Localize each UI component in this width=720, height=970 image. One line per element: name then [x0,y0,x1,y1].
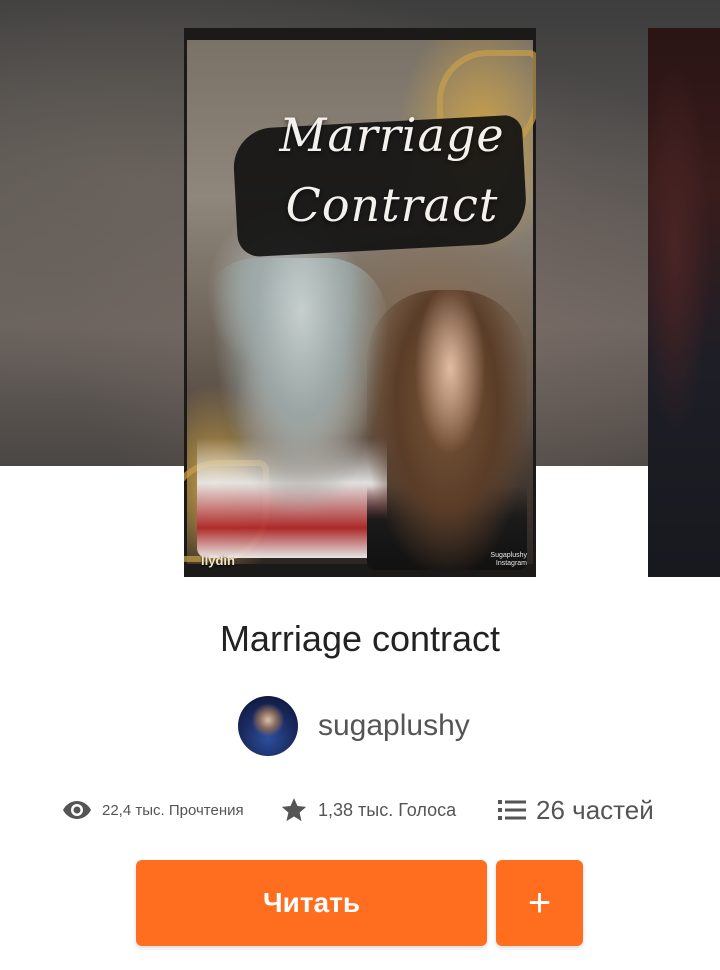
book-cover[interactable]: Marriage Contract llydin Sugaplushy Inst… [184,28,536,577]
cover-credit: Sugaplushy Instagram [490,552,527,568]
stat-views: 22,4 тыс. Прочтения [62,790,244,830]
avatar[interactable] [238,696,298,756]
add-to-library-button[interactable]: + [496,860,583,946]
cover-author-mark: llydin [201,553,235,568]
eye-icon [63,801,91,819]
list-icon [498,800,526,820]
parts-count: 26 частей [536,794,654,825]
author-name[interactable]: sugaplushy [318,709,470,743]
book-title: Marriage contract [219,618,501,659]
read-button[interactable]: Читать [136,860,487,946]
author-link[interactable]: sugaplushy [238,696,470,756]
stat-parts: 26 частей [498,790,654,830]
cover-credit-line: Sugaplushy [490,552,527,559]
votes-count: 1,38 тыс. Голоса [318,799,457,820]
cover-title: Marriage Contract [279,108,505,232]
cover-figure-woman [367,290,527,570]
stats-row: 22,4 тыс. Прочтения 1,38 тыс. Голоса 26 … [0,790,720,830]
cover-artwork: Marriage Contract llydin Sugaplushy Inst… [184,40,536,570]
star-icon [281,798,307,822]
cover-figure-man [197,258,387,558]
views-count: 22,4 тыс. Прочтения [102,801,244,819]
cover-credit-line: Instagram [495,560,527,567]
next-book-cover[interactable] [648,28,720,577]
stat-votes: 1,38 тыс. Голоса [280,790,456,830]
